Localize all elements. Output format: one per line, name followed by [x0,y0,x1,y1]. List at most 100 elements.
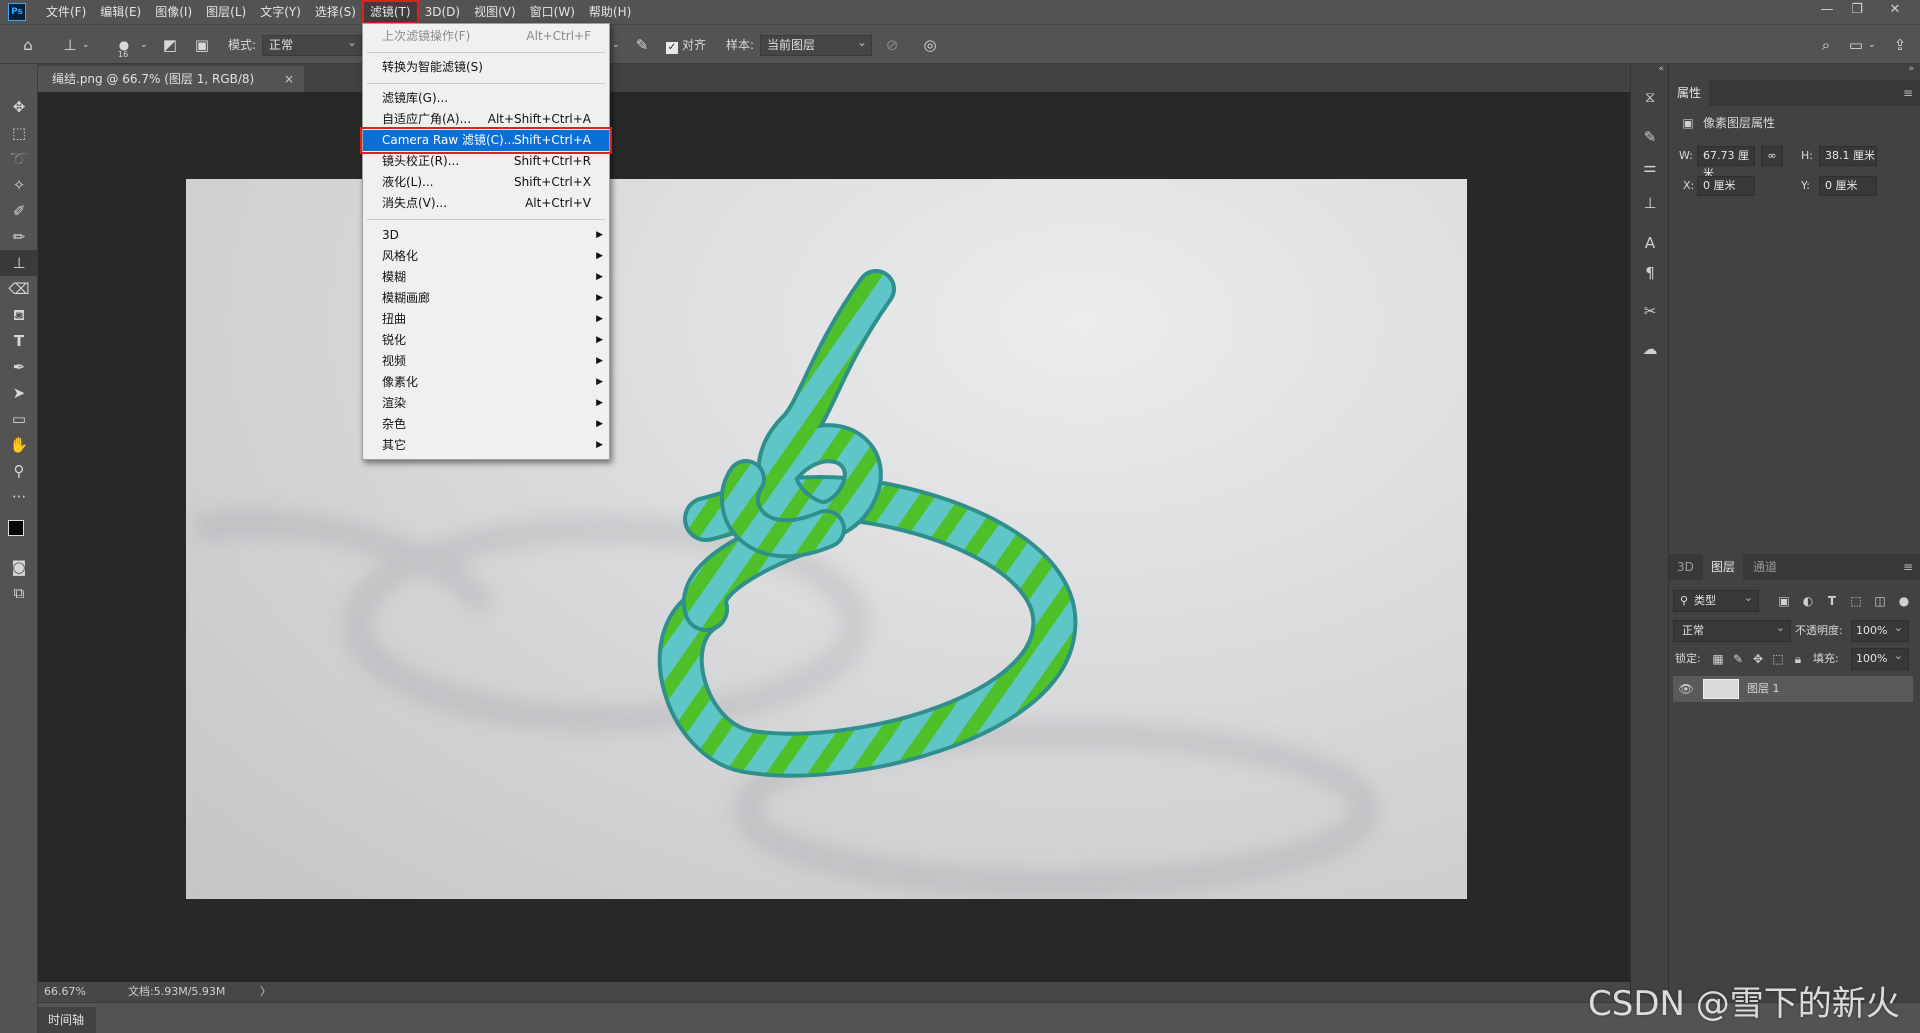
lasso-tool-icon[interactable]: ➰ [0,146,38,172]
hand-tool-icon[interactable]: ✋ [0,432,38,458]
layer-filter-select[interactable]: ⚲ 类型 [1673,588,1759,612]
menu-layer[interactable]: 图层(L) [200,2,252,22]
pen-tool-icon[interactable]: ✒ [0,354,38,380]
menu-item-3d[interactable]: 3D ▶ [363,225,609,246]
move-tool-icon[interactable]: ✥ [0,94,38,120]
home-icon[interactable]: ⌂ [18,35,38,55]
close-window-icon[interactable]: ✕ [1880,0,1910,22]
path-select-tool-icon[interactable]: ➤ [0,380,38,406]
brush-settings-icon[interactable]: ◩ [160,35,180,55]
rectangle-tool-icon[interactable]: ▭ [0,406,38,432]
workspace-icon[interactable]: ▭ [1846,35,1866,55]
brush-settings-panel-icon[interactable]: ✎ [1631,122,1669,152]
type-tool-icon[interactable]: T [0,328,38,354]
menu-select[interactable]: 选择(S) [309,2,362,22]
menu-item-other[interactable]: 其它 ▶ [363,435,609,456]
status-menu-arrow[interactable]: 〉 [260,982,271,1002]
eyedropper-tool-icon[interactable]: ✐ [0,198,38,224]
document-tab[interactable]: 绳结.png @ 66.7% (图层 1, RGB/8) × [38,66,304,92]
tools-presets-icon[interactable]: ✂ [1631,296,1669,326]
menu-window[interactable]: 窗口(W) [524,2,581,22]
menu-3d[interactable]: 3D(D) [419,2,466,22]
minimize-icon[interactable]: — [1812,0,1842,22]
filter-pixel-icon[interactable]: ▣ [1775,592,1793,610]
character-icon[interactable]: A [1631,228,1669,258]
libraries-icon[interactable]: ☁ [1631,334,1669,364]
align-checkbox[interactable]: ✓ 对齐 [666,34,706,56]
timeline-tab[interactable]: 时间轴 [38,1007,96,1033]
menu-item-liquify[interactable]: 液化(L)... Shift+Ctrl+X [363,172,609,193]
layer-row[interactable]: 👁︎ 图层 1 [1673,676,1913,702]
ignore-adjustment-layers-icon[interactable]: ⊘ [882,35,902,55]
sample-select[interactable]: 当前图层 [760,33,872,56]
chevron-down-icon[interactable]: ⌄ [82,34,90,56]
quick-select-tool-icon[interactable]: ✧ [0,172,38,198]
lock-all-icon[interactable]: 🔒︎ [1789,650,1807,668]
menu-item-stylize[interactable]: 风格化 ▶ [363,246,609,267]
menu-type[interactable]: 文字(Y) [254,2,307,22]
clone-stamp-tool-icon[interactable]: ⊥ [0,250,38,276]
layers-menu-icon[interactable]: ≡ [1903,554,1913,580]
menu-item-sharpen[interactable]: 锐化 ▶ [363,330,609,351]
menu-item-lens-correction[interactable]: 镜头校正(R)... Shift+Ctrl+R [363,151,609,172]
properties-menu-icon[interactable]: ≡ [1903,80,1913,106]
filter-type-icon[interactable]: T [1823,592,1841,610]
menu-item-vanishing-point[interactable]: 消失点(V)... Alt+Ctrl+V [363,193,609,214]
menu-item-adaptive-wide-angle[interactable]: 自适应广角(A)... Alt+Shift+Ctrl+A [363,109,609,130]
tab-3d[interactable]: 3D [1669,554,1702,580]
menu-item-convert-smart-filter[interactable]: 转换为智能滤镜(S) [363,57,609,78]
tab-properties[interactable]: 属性 [1669,80,1710,106]
filter-smart-object-icon[interactable]: ◫ [1871,592,1889,610]
marquee-tool-icon[interactable]: ⬚ [0,120,38,146]
close-tab-icon[interactable]: × [284,66,294,92]
tab-channels[interactable]: 通道 [1745,554,1785,580]
menu-filter[interactable]: 滤镜(T) [361,0,419,24]
color-swatches[interactable] [0,510,37,554]
layer-name[interactable]: 图层 1 [1747,679,1780,699]
lock-position-icon[interactable]: ✥ [1749,650,1767,668]
photoshop-logo[interactable]: Ps [8,3,26,21]
menu-edit[interactable]: 编辑(E) [94,2,147,22]
clone-source-panel-icon[interactable]: ⊥ [1631,188,1669,218]
clone-source-icon[interactable]: ▣ [192,35,212,55]
history-icon[interactable]: ⧖ [1631,82,1669,112]
canvas-area[interactable] [38,92,1630,982]
eraser-tool-icon[interactable]: ⌫ [0,276,38,302]
clone-stamp-preset-icon[interactable]: ⊥ [60,35,80,55]
lock-transparency-icon[interactable]: ▦ [1709,650,1727,668]
menu-image[interactable]: 图像(I) [149,2,198,22]
screen-mode-icon[interactable]: ⧉ [0,580,38,606]
quick-mask-icon[interactable]: ◙ [0,554,38,580]
zoom-tool-icon[interactable]: ⚲ [0,458,38,484]
menu-item-camera-raw[interactable]: Camera Raw 滤镜(C)... Shift+Ctrl+A [360,127,612,154]
x-input[interactable]: 0 厘米 [1697,176,1755,196]
y-input[interactable]: 0 厘米 [1819,176,1877,196]
filter-toggle-icon[interactable]: ● [1895,592,1913,610]
menu-help[interactable]: 帮助(H) [583,2,637,22]
menu-item-blur-gallery[interactable]: 模糊画廊 ▶ [363,288,609,309]
adjustments-icon[interactable]: ⚌ [1631,152,1669,182]
menu-item-pixelate[interactable]: 像素化 ▶ [363,372,609,393]
mode-select[interactable]: 正常 [262,33,362,56]
lock-pixels-icon[interactable]: ✎ [1729,650,1747,668]
more-tools-icon[interactable]: ··· [0,484,38,510]
airbrush-icon[interactable]: ✎ [632,35,652,55]
menu-item-last-filter[interactable]: 上次滤镜操作(F) Alt+Ctrl+F [363,26,609,47]
search-icon[interactable]: ⌕ [1816,35,1836,55]
visibility-eye-icon[interactable]: 👁︎ [1677,680,1695,698]
menu-view[interactable]: 视图(V) [468,2,522,22]
brush-tool-icon[interactable]: ✏ [0,224,38,250]
blend-mode-select[interactable]: 正常 [1673,618,1791,642]
menu-item-filter-gallery[interactable]: 滤镜库(G)... [363,88,609,109]
workspace-dropdown-icon[interactable]: ⌄ [1868,34,1876,56]
width-input[interactable]: 67.73 厘米 [1697,146,1755,180]
menu-item-blur[interactable]: 模糊 ▶ [363,267,609,288]
fill-input[interactable]: 100% [1851,646,1909,670]
restore-icon[interactable]: ❐ [1842,0,1872,22]
menu-file[interactable]: 文件(F) [40,2,92,22]
dropdown-arrow-icon[interactable]: ⌄ [612,34,620,56]
menu-item-noise[interactable]: 杂色 ▶ [363,414,609,435]
pressure-size-icon[interactable]: ◎ [920,35,940,55]
menu-item-distort[interactable]: 扭曲 ▶ [363,309,609,330]
link-dimensions-icon[interactable]: ∞ [1761,146,1783,166]
